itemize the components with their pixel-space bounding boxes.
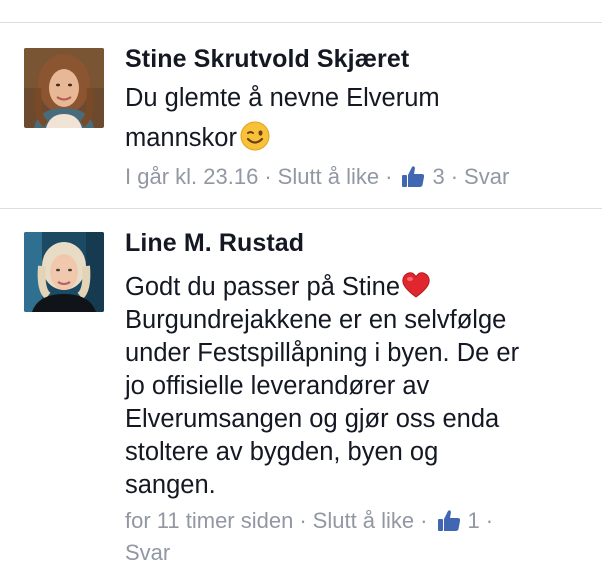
meta-separator: · — [264, 164, 272, 189]
comment-body: Godt du passer på Stine Burgundrejakkene… — [125, 271, 595, 502]
meta-separator: · — [420, 508, 428, 533]
meta-separator: · — [485, 508, 494, 533]
reply-button[interactable]: Svar — [125, 540, 170, 566]
thumbs-up-icon[interactable] — [436, 508, 462, 534]
meta-separator: · — [299, 508, 307, 533]
comment-meta-wrap: Svar — [125, 540, 170, 566]
comment-author[interactable]: Stine Skrutvold Skjæret — [125, 45, 409, 74]
comment-text-line: Burgundrejakkene er en selvfølge — [125, 306, 507, 334]
avatar[interactable] — [24, 232, 104, 312]
wink-emoji-icon — [240, 121, 270, 151]
red-heart-emoji-icon — [402, 272, 430, 298]
comment-text-line: Du glemte å nevne Elverum — [125, 84, 440, 112]
avatar-photo-stine — [24, 48, 104, 128]
meta-separator: · — [385, 164, 393, 189]
avatar[interactable] — [24, 48, 104, 128]
reply-button[interactable]: Svar — [464, 164, 509, 190]
comment-text-line-wrap: mannskor — [125, 118, 595, 158]
unlike-button[interactable]: Slutt å like — [278, 164, 380, 190]
comment-text-line: mannskor — [125, 124, 237, 152]
comment-text-line: under Festspillåpning i byen. De er — [125, 339, 520, 367]
comment-text-line: stoltere av bygden, byen og — [125, 438, 439, 466]
comment-text-line-wrap: Godt du passer på Stine — [125, 271, 595, 304]
divider-comments — [0, 208, 602, 209]
like-count[interactable]: 1 — [468, 508, 480, 534]
comment-text-line: sangen. — [125, 471, 216, 499]
comment-text-line: Elverumsangen og gjør oss enda — [125, 405, 500, 433]
divider-top — [0, 22, 602, 23]
comment-timestamp[interactable]: for 11 timer siden — [125, 508, 293, 534]
thumbs-up-icon[interactable] — [400, 164, 426, 190]
like-count[interactable]: 3 — [432, 164, 444, 190]
meta-separator: · — [450, 164, 459, 189]
comment-text-line: jo offisielle leverandører av — [125, 372, 430, 400]
comment-meta: I går kl. 23.16 · Slutt å like · 3 · Sva… — [125, 164, 509, 190]
comment-timestamp[interactable]: I går kl. 23.16 — [125, 164, 258, 190]
comment-meta: for 11 timer siden · Slutt å like · 1 · — [125, 508, 499, 534]
comment-author[interactable]: Line M. Rustad — [125, 229, 304, 258]
comment-body: Du glemte å nevne Elverum mannskor — [125, 78, 595, 158]
avatar-photo-line — [24, 232, 104, 312]
comment-text-line: Godt du passer på Stine — [125, 273, 401, 301]
unlike-button[interactable]: Slutt å like — [313, 508, 415, 534]
